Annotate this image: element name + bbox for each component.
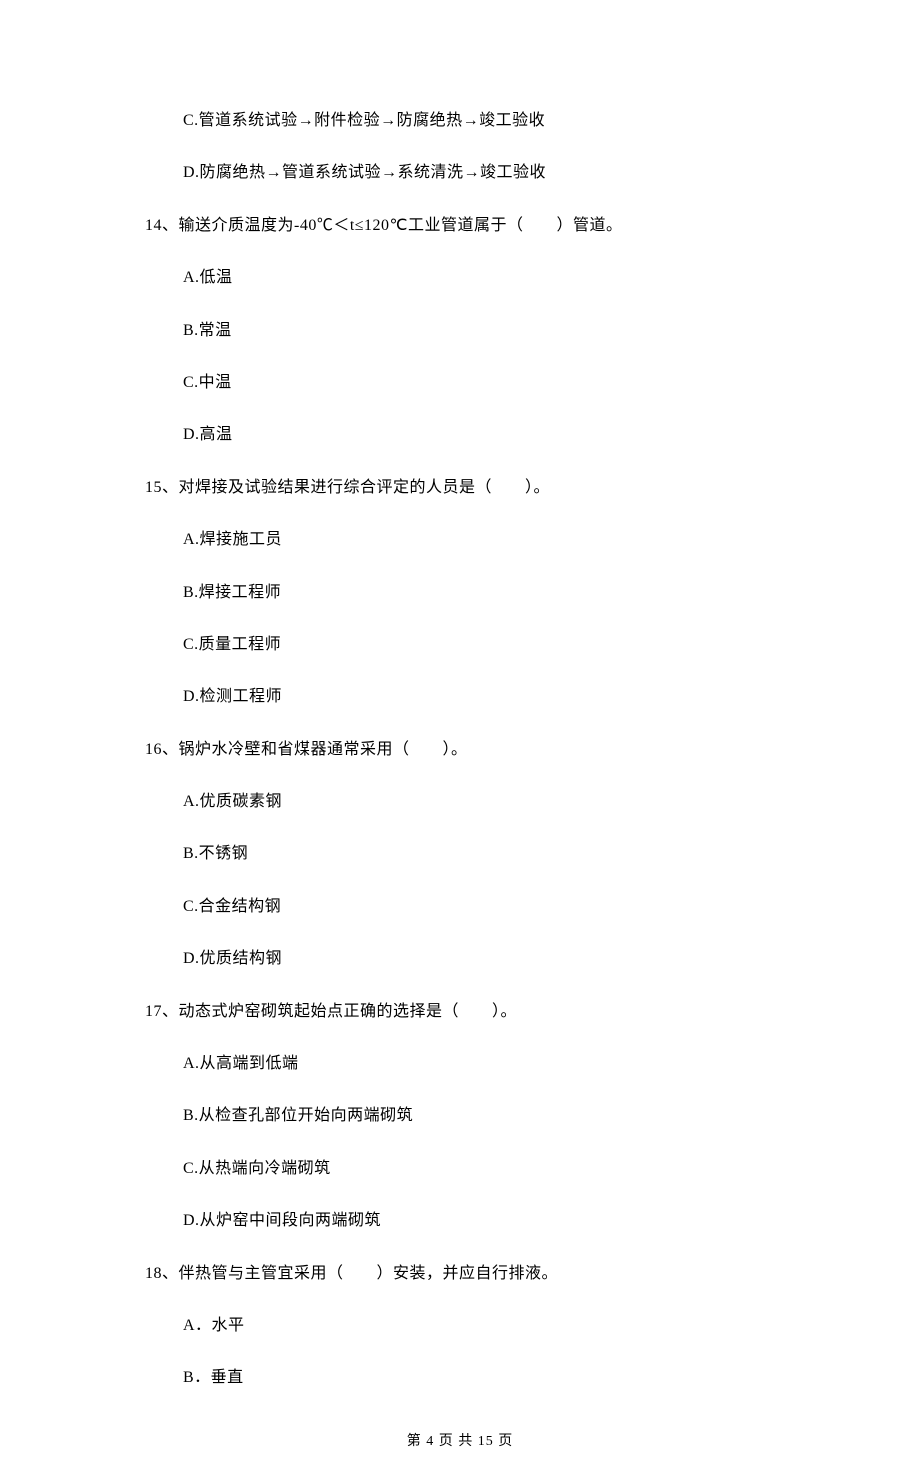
question-16: 16、锅炉水冷壁和省煤器通常采用（ ）。 — [145, 739, 820, 761]
q16-option-d: D.优质结构钢 — [183, 948, 820, 970]
q17-option-d: D.从炉窑中间段向两端砌筑 — [183, 1210, 820, 1232]
q17-option-a: A.从高端到低端 — [183, 1053, 820, 1075]
q15-option-d: D.检测工程师 — [183, 686, 820, 708]
q15-option-b: B.焊接工程师 — [183, 582, 820, 604]
q17-option-c: C.从热端向冷端砌筑 — [183, 1158, 820, 1180]
question-15: 15、对焊接及试验结果进行综合评定的人员是（ ）。 — [145, 477, 820, 499]
option-d-prev: D.防腐绝热→管道系统试验→系统清洗→竣工验收 — [183, 162, 820, 184]
q16-option-c: C.合金结构钢 — [183, 896, 820, 918]
q18-option-a: A．水平 — [183, 1315, 820, 1337]
question-18: 18、伴热管与主管宜采用（ ）安装，并应自行排液。 — [145, 1263, 820, 1285]
q17-option-b: B.从检查孔部位开始向两端砌筑 — [183, 1105, 820, 1127]
question-14: 14、输送介质温度为-40℃＜t≤120℃工业管道属于（ ）管道。 — [145, 215, 820, 237]
q16-option-b: B.不锈钢 — [183, 843, 820, 865]
q18-option-b: B．垂直 — [183, 1367, 820, 1389]
q15-option-a: A.焊接施工员 — [183, 529, 820, 551]
option-c-prev: C.管道系统试验→附件检验→防腐绝热→竣工验收 — [183, 110, 820, 132]
content-block: C.管道系统试验→附件检验→防腐绝热→竣工验收 D.防腐绝热→管道系统试验→系统… — [145, 110, 820, 1390]
q16-option-a: A.优质碳素钢 — [183, 791, 820, 813]
page-footer: 第 4 页 共 15 页 — [0, 1430, 920, 1450]
q14-option-a: A.低温 — [183, 267, 820, 289]
q14-option-c: C.中温 — [183, 372, 820, 394]
q14-option-d: D.高温 — [183, 424, 820, 446]
page: C.管道系统试验→附件检验→防腐绝热→竣工验收 D.防腐绝热→管道系统试验→系统… — [0, 0, 920, 1480]
q15-option-c: C.质量工程师 — [183, 634, 820, 656]
question-17: 17、动态式炉窑砌筑起始点正确的选择是（ ）。 — [145, 1001, 820, 1023]
q14-option-b: B.常温 — [183, 320, 820, 342]
